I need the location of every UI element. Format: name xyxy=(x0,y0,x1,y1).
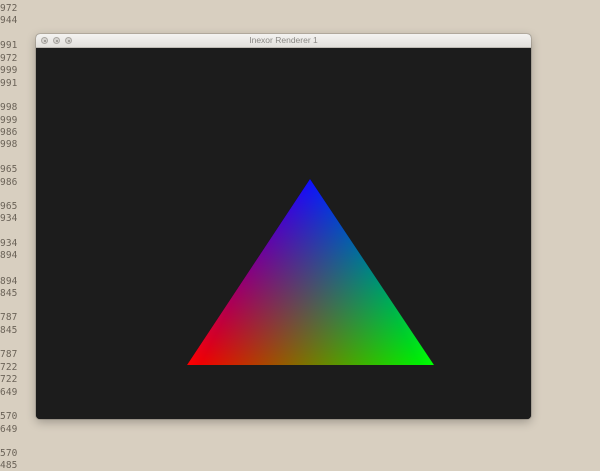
render-viewport[interactable] xyxy=(36,48,531,419)
line-number: 649 xyxy=(0,387,18,398)
line-number: 998 xyxy=(0,139,18,150)
line-number: 991 xyxy=(0,78,18,89)
window-title: Inexor Renderer 1 xyxy=(249,35,318,45)
line-number: 845 xyxy=(0,325,18,336)
line-number: 894 xyxy=(0,276,18,287)
line-number: 991 xyxy=(0,40,18,51)
line-number: 722 xyxy=(0,362,18,373)
line-number: 999 xyxy=(0,65,18,76)
line-number: 999 xyxy=(0,115,18,126)
line-number: 934 xyxy=(0,238,18,249)
line-number: 934 xyxy=(0,213,18,224)
line-number: 998 xyxy=(0,102,18,113)
line-number: 894 xyxy=(0,250,18,261)
line-number: 570 xyxy=(0,411,18,422)
line-number: 972 xyxy=(0,53,18,64)
line-number: 722 xyxy=(0,374,18,385)
line-number: 845 xyxy=(0,288,18,299)
line-number: 986 xyxy=(0,127,18,138)
line-number: 787 xyxy=(0,312,18,323)
line-number: 972 xyxy=(0,3,18,14)
line-number: 965 xyxy=(0,201,18,212)
line-number-gutter: 972 944 991 972 999 991 998 999 986 998 965 986 965 9… xyxy=(0,0,30,471)
line-number: 649 xyxy=(0,424,18,435)
line-number: 965 xyxy=(0,164,18,175)
line-number: 944 xyxy=(0,15,18,26)
line-number: 570 xyxy=(0,448,18,459)
line-number: 986 xyxy=(0,177,18,188)
line-number: 787 xyxy=(0,349,18,360)
window-titlebar[interactable]: Inexor Renderer 1 xyxy=(36,34,531,48)
line-number: 485 xyxy=(0,460,18,471)
renderer-window[interactable]: Inexor Renderer 1 xyxy=(36,34,531,419)
render-canvas xyxy=(36,48,531,419)
